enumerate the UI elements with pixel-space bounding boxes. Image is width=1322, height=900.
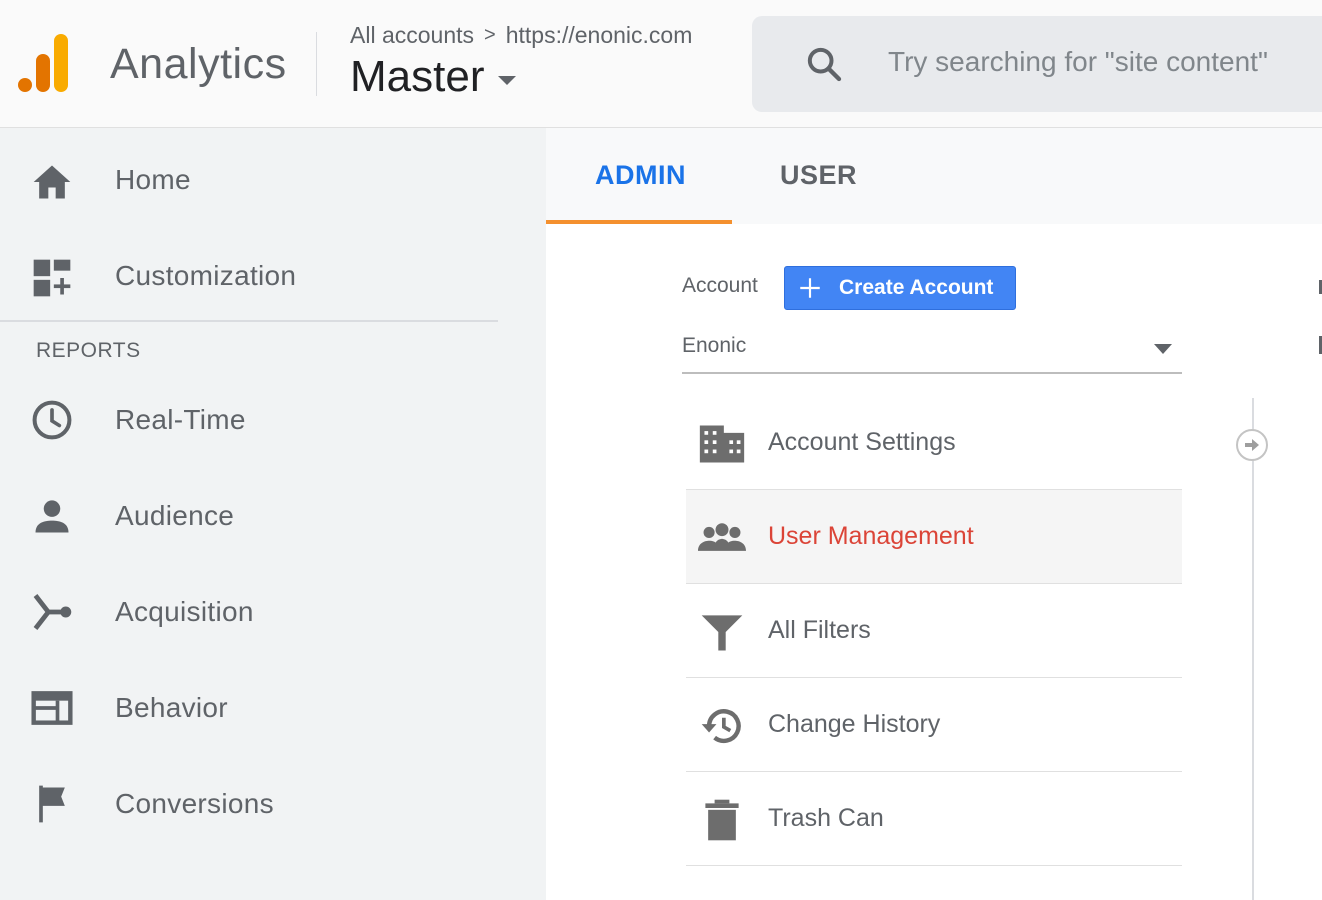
admin-panel: Account Create Account Enonic Account Se… [546, 224, 1322, 900]
reports-heading: REPORTS [36, 339, 141, 362]
search-icon [807, 47, 842, 82]
sidebar: Home Customization REPORTS Real-Time Aud… [0, 128, 546, 900]
sidebar-item-home[interactable]: Home [0, 132, 500, 228]
tabs-bar: ADMIN USER [546, 128, 1322, 224]
account-admin-list: Account Settings User Management All Fil… [686, 396, 1182, 866]
view-selector[interactable]: Master [350, 52, 517, 102]
sidebar-item-label: Customization [115, 260, 297, 291]
history-icon [701, 709, 741, 744]
admin-item-label: All Filters [768, 616, 871, 644]
column-divider [1252, 398, 1254, 900]
admin-item-all-filters[interactable]: All Filters [686, 584, 1182, 678]
app-title: Analytics [110, 40, 287, 88]
admin-item-user-management[interactable]: User Management [686, 490, 1182, 584]
admin-item-change-history[interactable]: Change History [686, 678, 1182, 772]
search-box[interactable]: Try searching for "site content" [752, 16, 1322, 112]
group-icon [698, 523, 746, 551]
caret-down-icon [1154, 344, 1172, 354]
admin-item-label: Trash Can [768, 804, 884, 832]
building-icon [699, 425, 745, 463]
analytics-logo-icon[interactable] [18, 34, 72, 94]
sidebar-item-customization[interactable]: Customization [0, 228, 500, 324]
filter-icon [701, 615, 743, 651]
top-header: Analytics All accounts > https://enonic.… [0, 0, 1322, 128]
merge-icon [33, 594, 72, 630]
admin-item-label: Account Settings [768, 428, 956, 456]
tab-admin[interactable]: ADMIN [595, 160, 686, 191]
sidebar-item-acquisition[interactable]: Acquisition [0, 564, 500, 660]
flag-icon [39, 785, 65, 823]
sidebar-item-audience[interactable]: Audience [0, 468, 500, 564]
clock-icon [32, 400, 72, 440]
header-divider [316, 32, 317, 96]
tab-user[interactable]: USER [780, 160, 857, 191]
sidebar-divider [0, 320, 498, 322]
sidebar-item-conversions[interactable]: Conversions [0, 756, 500, 852]
arrow-right-circle-icon[interactable] [1234, 427, 1270, 463]
breadcrumb-property[interactable]: https://enonic.com [506, 22, 693, 49]
create-account-button[interactable]: Create Account [784, 266, 1016, 310]
account-column-label: Account [682, 274, 758, 297]
admin-item-label: User Management [768, 522, 974, 550]
sidebar-item-label: Audience [115, 500, 235, 531]
create-account-label: Create Account [839, 276, 994, 299]
sidebar-item-label: Conversions [115, 788, 274, 819]
admin-item-trash-can[interactable]: Trash Can [686, 772, 1182, 866]
account-select[interactable]: Enonic [682, 324, 1182, 374]
sidebar-item-label: Behavior [115, 692, 228, 723]
plus-icon [800, 278, 820, 298]
breadcrumb: All accounts > https://enonic.com [350, 22, 692, 49]
home-icon [33, 165, 71, 199]
sidebar-item-label: Real-Time [115, 404, 246, 435]
dashboard-add-icon [33, 259, 71, 297]
admin-item-label: Change History [768, 710, 941, 738]
search-placeholder: Try searching for "site content" [888, 46, 1268, 77]
breadcrumb-all-accounts[interactable]: All accounts [350, 22, 474, 49]
sidebar-item-behavior[interactable]: Behavior [0, 660, 500, 756]
sidebar-item-real-time[interactable]: Real-Time [0, 372, 500, 468]
sidebar-item-label: Home [115, 164, 191, 195]
view-name: Master [350, 52, 485, 101]
sidebar-item-label: Acquisition [115, 596, 254, 627]
chevron-right-icon: > [484, 24, 496, 46]
caret-down-icon [498, 75, 517, 85]
person-icon [35, 500, 69, 533]
trash-icon [705, 799, 739, 841]
admin-item-account-settings[interactable]: Account Settings [686, 396, 1182, 490]
account-select-value: Enonic [682, 334, 747, 357]
web-layout-icon [31, 691, 73, 725]
